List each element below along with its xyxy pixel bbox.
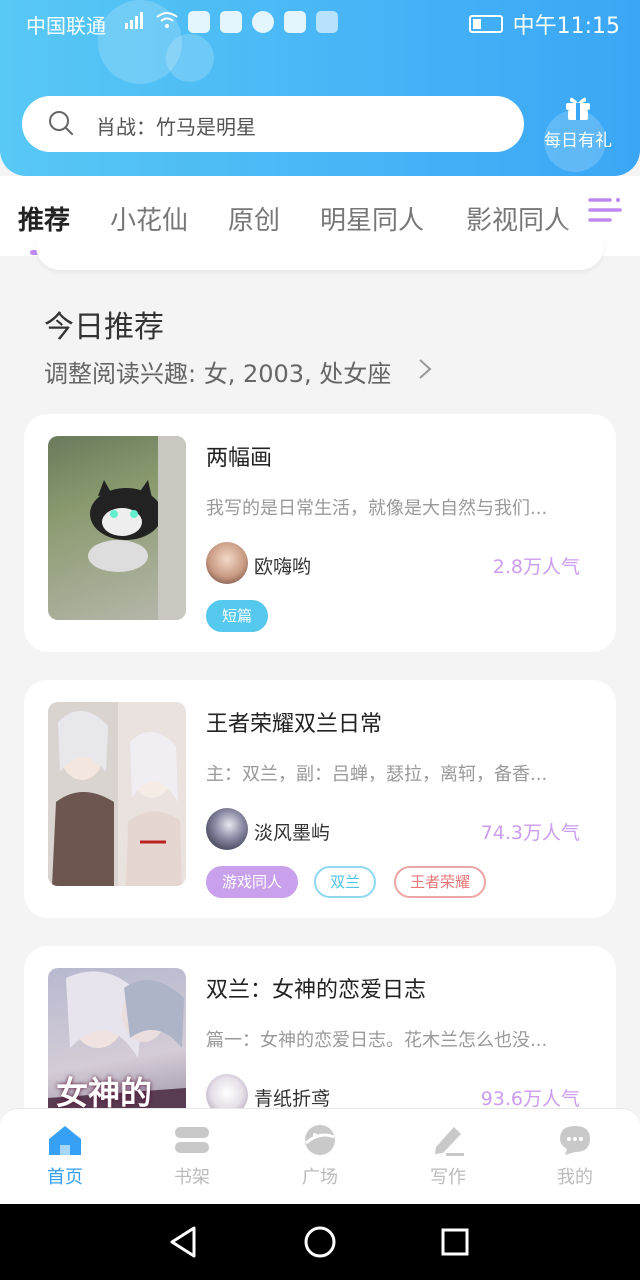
header: 中国联通 中午11:15 肖战：竹马是明星 每日有礼 (0, 0, 640, 176)
write-icon (430, 1123, 466, 1157)
back-icon[interactable] (168, 1226, 198, 1262)
author-name[interactable]: 淡风墨屿 (254, 818, 330, 845)
category-menu-icon[interactable] (588, 194, 622, 228)
tab-original[interactable]: 原创 (228, 200, 280, 237)
genre-tag[interactable]: 短篇 (206, 600, 269, 632)
gift-icon (564, 94, 592, 120)
nav-label: 首页 (47, 1167, 83, 1188)
popularity-count: 74.3万人气 (480, 822, 580, 844)
nav-plaza[interactable]: 广场 (280, 1123, 360, 1189)
nav-write[interactable]: 写作 (408, 1123, 488, 1189)
previous-card-edge (36, 236, 604, 270)
tab-film-fanfic[interactable]: 影视同人 (466, 200, 570, 237)
book-cover (48, 702, 186, 886)
author-avatar[interactable] (206, 542, 248, 584)
search-placeholder: 肖战：竹马是明星 (96, 115, 256, 139)
bottom-navigation: 首页 书架 广场 写作 我的 (0, 1108, 640, 1204)
book-title: 双兰：女神的恋爱日志 (206, 978, 427, 1003)
book-description: 主：双兰，副：吕蝉，瑟拉，离轲，备香... (206, 764, 548, 785)
nav-label: 写作 (430, 1167, 466, 1188)
tab-xiaohuaxian[interactable]: 小花仙 (110, 200, 188, 237)
clock: 中午11:15 (512, 14, 620, 39)
book-cover (48, 436, 186, 620)
reading-interest-link[interactable]: 调整阅读兴趣: 女, 2003, 处女座 (44, 354, 391, 389)
search-bar[interactable]: 肖战：竹马是明星 (22, 96, 524, 152)
nav-label: 书架 (174, 1167, 210, 1188)
home-icon (47, 1123, 83, 1157)
author-name[interactable]: 欧嗨哟 (254, 552, 311, 579)
daily-gift-button[interactable]: 每日有礼 (540, 94, 616, 164)
tab-celebrity-fanfic[interactable]: 明星同人 (320, 200, 424, 237)
section-title: 今日推荐 (44, 310, 164, 345)
book-title: 王者荣耀双兰日常 (206, 712, 383, 737)
profile-icon (557, 1123, 593, 1157)
genre-tag[interactable]: 游戏同人 (206, 866, 299, 898)
book-description: 我写的是日常生活，就像是大自然与我们... (206, 498, 548, 519)
genre-tag[interactable]: 双兰 (314, 866, 377, 898)
book-description: 篇一：女神的恋爱日志。花木兰怎么也没... (206, 1030, 548, 1051)
status-icons (124, 10, 338, 34)
author-name[interactable]: 青纸折鸢 (254, 1084, 330, 1111)
app-notification-icon (188, 11, 210, 33)
app-notification-icon (316, 11, 338, 33)
gift-label: 每日有礼 (544, 131, 612, 151)
nav-label: 广场 (302, 1167, 338, 1188)
bookshelf-icon (174, 1123, 210, 1157)
home-circle-icon[interactable] (304, 1226, 336, 1262)
system-navigation-bar (0, 1204, 640, 1280)
book-title: 两幅画 (206, 446, 273, 471)
wechat-icon (252, 11, 274, 33)
plaza-icon (302, 1123, 338, 1157)
status-right: 中午11:15 (468, 8, 620, 40)
chevron-right-icon (418, 358, 432, 380)
app-notification-icon (284, 11, 306, 33)
popularity-count: 93.6万人气 (480, 1088, 580, 1110)
tab-recommend[interactable]: 推荐 (18, 200, 70, 237)
recent-apps-icon[interactable] (441, 1228, 469, 1260)
nav-label: 我的 (557, 1167, 593, 1188)
status-bar: 中国联通 中午11:15 (0, 0, 640, 44)
book-card[interactable]: 王者荣耀双兰日常 主：双兰，副：吕蝉，瑟拉，离轲，备香... 淡风墨屿 74.3… (24, 680, 616, 918)
wifi-icon (156, 10, 178, 34)
app-notification-icon (220, 11, 242, 33)
carrier-label: 中国联通 (26, 14, 106, 38)
nav-home[interactable]: 首页 (25, 1123, 105, 1189)
author-avatar[interactable] (206, 808, 248, 850)
battery-icon (468, 15, 503, 33)
genre-tag[interactable]: 王者荣耀 (394, 866, 487, 898)
signal-icon (124, 10, 146, 34)
nav-bookshelf[interactable]: 书架 (152, 1123, 232, 1189)
popularity-count: 2.8万人气 (492, 556, 580, 578)
nav-profile[interactable]: 我的 (535, 1123, 615, 1189)
book-card[interactable]: 两幅画 我写的是日常生活，就像是大自然与我们... 欧嗨哟 2.8万人气 短篇 (24, 414, 616, 652)
search-icon (48, 110, 74, 136)
